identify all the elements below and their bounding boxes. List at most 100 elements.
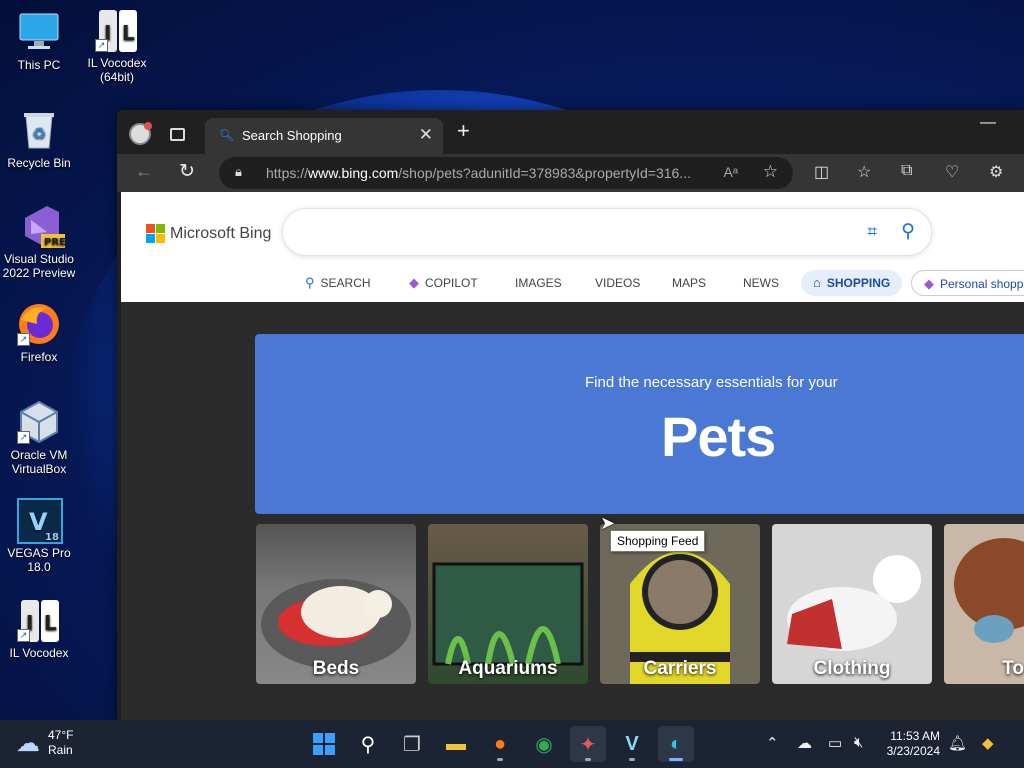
page-content: Microsoft Bing ⌗ ⚲ ⚲ SEARCH ◆ COPILOT IMAG… (121, 192, 1024, 720)
desktop-icon-il-vocodex[interactable]: IL ↗ IL Vocodex (0, 598, 84, 660)
minimize-button[interactable]: — (980, 114, 996, 132)
taskbar-app-button[interactable]: ✦ (570, 726, 606, 762)
scope-videos[interactable]: VIDEOS (595, 270, 640, 296)
file-explorer-button[interactable]: ▬ (438, 726, 474, 762)
tab-search-shopping[interactable]: 🔍︎ Search Shopping ✕ (205, 118, 443, 154)
back-arrow-icon[interactable]: ← (135, 161, 153, 182)
logo-text: Microsoft Bing (170, 224, 272, 242)
desktop-icon-visual-studio[interactable]: PRE Visual Studio 2022 Preview (0, 204, 84, 280)
category-beds[interactable]: Beds (256, 524, 416, 684)
windows-logo-icon (313, 733, 335, 755)
browser-essentials-icon[interactable]: ♡ (945, 162, 959, 182)
browser-toolbar: ← ↻ 🔒︎ https://www.bing.com/shop/pets?ad… (117, 154, 1024, 192)
onedrive-icon[interactable]: ☁ (797, 734, 812, 752)
il-vocodex-icon: IL ↗ (95, 8, 139, 52)
favorites-icon[interactable]: ☆ (857, 162, 871, 182)
split-screen-icon[interactable]: ◫ (814, 162, 829, 182)
svg-text:♻: ♻ (32, 126, 46, 143)
virtualbox-icon: ↗ (17, 400, 61, 444)
taskbar: ☁ 47°F Rain ⚲ ❐ ▬ ● ◉ ✦ V ◐ ⌃ ☁ ▭ 🔇︎ 11:… (0, 720, 1024, 768)
svg-text:PRE: PRE (44, 237, 65, 248)
desktop-icon-il-vocodex-64[interactable]: IL ↗ IL Vocodex (64bit) (72, 8, 162, 84)
title-bar: 🔍︎ Search Shopping ✕ + — (117, 110, 1024, 154)
desktop-icon-recycle-bin[interactable]: ♻ Recycle Bin (0, 108, 84, 170)
desktop-icon-vegas[interactable]: V 18 VEGAS Pro 18.0 (0, 498, 84, 574)
hero-title: Pets (661, 405, 776, 468)
close-tab-icon[interactable]: ✕ (419, 125, 433, 145)
firefox-icon: ● (493, 732, 507, 755)
svg-text:L: L (44, 611, 57, 635)
bing-logo[interactable]: Microsoft Bing (146, 224, 271, 243)
scope-personal-shopping[interactable]: ◆ Personal shopp (911, 270, 1024, 296)
chevron-up-icon[interactable]: ⌃ (766, 734, 779, 752)
hero-subtitle: Find the necessary essentials for your (585, 374, 838, 391)
svg-text:18: 18 (45, 532, 59, 543)
scope-maps[interactable]: MAPS (672, 270, 706, 296)
recycle-bin-icon: ♻ (17, 108, 61, 152)
address-bar[interactable]: 🔒︎ https://www.bing.com/shop/pets?adunit… (219, 157, 793, 189)
taskbar-edge-button[interactable]: ◐ (658, 726, 694, 762)
category-label: To (1002, 658, 1024, 679)
desktop-icon-label: Oracle VM VirtualBox (10, 448, 68, 476)
copilot-icon: ◆ (924, 276, 934, 291)
system-clock[interactable]: 11:53 AM 3/23/2024 (887, 729, 940, 759)
scope-shopping[interactable]: ⌂ SHOPPING (801, 270, 903, 296)
vegas-icon: V 18 (17, 498, 63, 544)
category-toys[interactable]: To (944, 524, 1024, 684)
scope-news[interactable]: NEWS (743, 270, 779, 296)
weather-widget[interactable]: ☁ 47°F Rain (16, 728, 73, 758)
notification-bell-icon[interactable]: 🔔︎ (948, 734, 967, 752)
il-vocodex-icon: IL ↗ (17, 598, 61, 642)
tab-actions-icon[interactable] (170, 128, 185, 141)
task-view-button[interactable]: ❐ (394, 726, 430, 762)
category-aquariums[interactable]: Aquariums (428, 524, 588, 684)
category-label: Beds (312, 658, 360, 679)
desktop-icon-virtualbox[interactable]: ↗ Oracle VM VirtualBox (0, 400, 84, 476)
scope-search[interactable]: ⚲ SEARCH (305, 270, 371, 296)
volume-muted-icon[interactable]: 🔇︎ (854, 734, 863, 751)
url-text: https://www.bing.com/shop/pets?adunitId=… (266, 165, 691, 181)
desktop-icon-firefox[interactable]: ↗ Firefox (0, 302, 84, 364)
hero-banner[interactable]: Find the necessary essentials for your P… (255, 334, 1024, 514)
copilot-pre-icon[interactable]: ◆ (982, 734, 994, 752)
tab-title: Search Shopping (242, 128, 342, 143)
reload-icon[interactable]: ↻ (179, 160, 195, 183)
taskbar-vegas-button[interactable]: V (614, 726, 650, 762)
chrome-icon: ◉ (535, 733, 553, 756)
category-label: Clothing (813, 658, 891, 679)
clock-date: 3/23/2024 (886, 744, 940, 758)
rain-cloud-icon: ☁ (16, 729, 40, 757)
new-tab-button[interactable]: + (457, 118, 470, 144)
favorite-star-icon[interactable]: ☆ (763, 162, 778, 182)
read-aloud-icon[interactable]: A͏ᵃ (723, 164, 738, 180)
shopping-icon: ⌂ (813, 275, 821, 290)
copilot-icon: ◆ (409, 275, 419, 290)
svg-text:L: L (122, 21, 135, 45)
collections-icon[interactable]: ⧉ (901, 162, 912, 180)
firefox-icon: ↗ (17, 302, 61, 346)
network-icon[interactable]: ▭ (828, 734, 842, 752)
visual-search-icon[interactable]: ⌗ (867, 222, 877, 242)
category-clothing[interactable]: Clothing (772, 524, 932, 684)
monitor-icon (17, 10, 61, 54)
parrot-app-icon: ✦ (579, 733, 597, 756)
extensions-icon[interactable]: ⚙ (989, 162, 1003, 182)
search-icon: 🔍︎ (219, 128, 235, 142)
search-icon: ⚲ (360, 733, 376, 756)
search-icon[interactable]: ⚲ (901, 220, 915, 243)
folder-icon: ▬ (446, 732, 466, 755)
taskbar-firefox-button[interactable]: ● (482, 726, 518, 762)
desktop-icon-label: Recycle Bin (7, 156, 71, 170)
taskbar-chrome-button[interactable]: ◉ (526, 726, 562, 762)
profile-avatar-icon[interactable] (129, 122, 152, 145)
search-input[interactable]: ⌗ ⚲ (282, 208, 932, 256)
scope-copilot[interactable]: ◆ COPILOT (409, 270, 478, 296)
tooltip: Shopping Feed (610, 530, 706, 552)
task-view-icon: ❐ (403, 733, 421, 756)
taskbar-search-button[interactable]: ⚲ (350, 726, 386, 762)
edge-window: 🔍︎ Search Shopping ✕ + — ← ↻ 🔒︎ https://… (117, 110, 1024, 720)
scope-images[interactable]: IMAGES (515, 270, 562, 296)
bing-header: Microsoft Bing ⌗ ⚲ ⚲ SEARCH ◆ COPILOT IMAG… (121, 192, 1024, 302)
desktop-icon-label: Firefox (20, 350, 58, 364)
start-button[interactable] (306, 726, 342, 762)
